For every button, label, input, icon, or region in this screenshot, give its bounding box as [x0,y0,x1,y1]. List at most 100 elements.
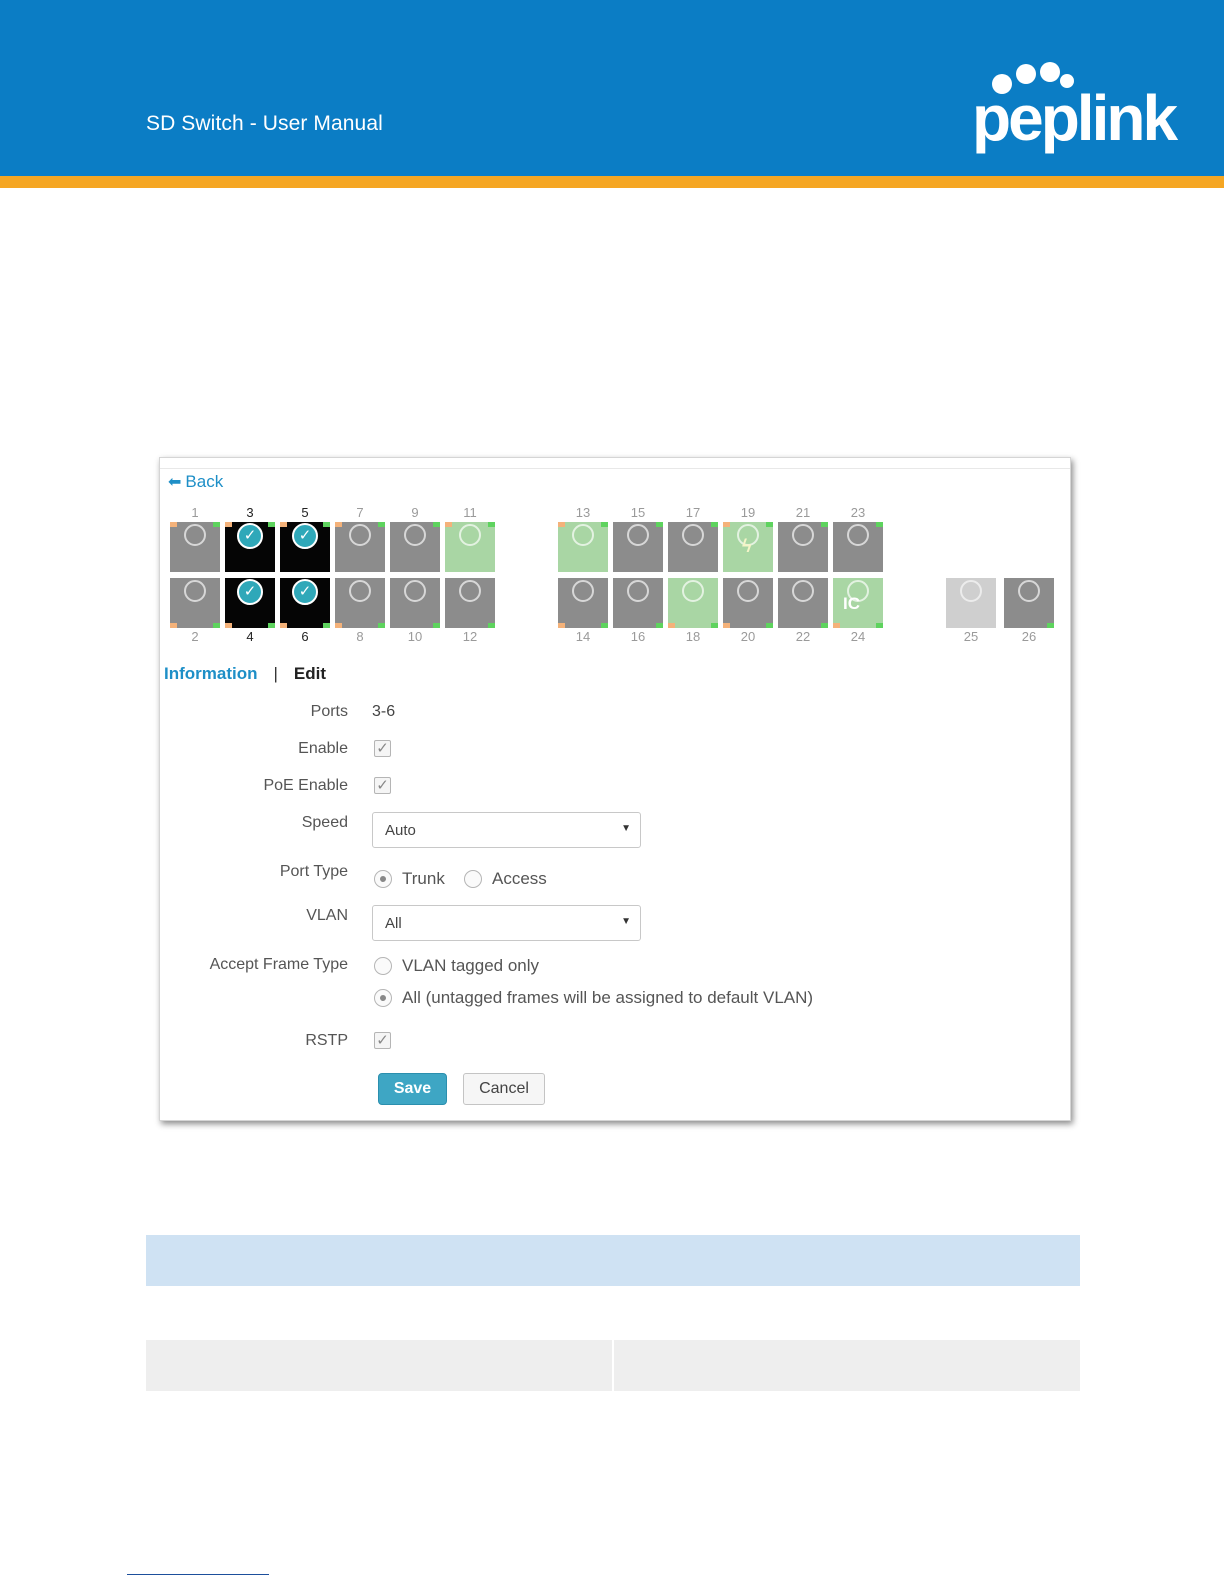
port-status-light [280,623,287,628]
port-16[interactable] [613,578,663,628]
port-status-light [766,623,773,628]
port-10[interactable] [390,578,440,628]
port-18[interactable] [668,578,718,628]
rstp-label: RSTP [305,1032,348,1049]
port-status-light [876,623,883,628]
port-status-light [601,623,608,628]
port-26[interactable] [1004,578,1054,628]
port-status-light [378,522,385,527]
speed-select[interactable]: Auto ▼ [372,812,641,848]
port-number-label: 5 [301,505,309,520]
port-number-label: 26 [1021,629,1037,644]
port-socket-icon [572,580,594,602]
port-status-light [335,522,342,527]
port-status-light [558,522,565,527]
save-button[interactable]: Save [378,1073,447,1105]
port-socket-icon [737,580,759,602]
accept-tagged-only-radio[interactable] [374,957,392,975]
port-22[interactable] [778,578,828,628]
dropdown-caret-icon: ▼ [621,916,631,927]
port-status-light [656,522,663,527]
port-11[interactable] [445,522,495,572]
port-1[interactable] [170,522,220,572]
port-number-label: 20 [740,629,756,644]
port-7[interactable] [335,522,385,572]
port-6[interactable]: ✓ [280,578,330,628]
accept-all-radio[interactable] [374,989,392,1007]
rstp-checkbox[interactable]: ✓ [374,1032,391,1049]
port-status-light [170,623,177,628]
logo-wordmark: peplink [972,82,1178,154]
port-19[interactable]: ϟ [723,522,773,572]
vlan-select[interactable]: All ▼ [372,905,641,941]
selected-check-icon: ✓ [292,579,318,605]
port-status-light [213,522,220,527]
poe-enable-checkbox[interactable]: ✓ [374,777,391,794]
port-5[interactable]: ✓ [280,522,330,572]
document-header: SD Switch - User Manual peplink [0,0,1224,176]
port-25[interactable] [946,578,996,628]
tab-edit[interactable]: Edit [294,664,326,684]
port-14[interactable] [558,578,608,628]
back-link[interactable]: ⬅ Back [168,472,223,492]
port-status-light [268,522,275,527]
logo-dot [1016,64,1036,84]
port-status-light [280,522,287,527]
port-socket-icon [1018,580,1040,602]
port-17[interactable] [668,522,718,572]
port-24[interactable]: IC [833,578,883,628]
port-status-light [601,522,608,527]
port-status-light [335,623,342,628]
port-status-light [821,623,828,628]
enable-checkbox[interactable]: ✓ [374,740,391,757]
port-status-light [488,623,495,628]
port-status-light [170,522,177,527]
port-number-label: 25 [963,629,979,644]
port-number-label: 16 [630,629,646,644]
dropdown-caret-icon: ▼ [621,823,631,834]
port-12[interactable] [445,578,495,628]
port-socket-icon [349,524,371,546]
port-20[interactable] [723,578,773,628]
tab-information[interactable]: Information [164,664,258,684]
port-23[interactable] [833,522,883,572]
port-21[interactable] [778,522,828,572]
logo-dot [1040,62,1060,82]
port-3[interactable]: ✓ [225,522,275,572]
port-type-trunk-radio[interactable] [374,870,392,888]
port-status-light [323,623,330,628]
port-status-light [656,623,663,628]
enable-label: Enable [298,740,348,757]
port-9[interactable] [390,522,440,572]
port-number-label: 18 [685,629,701,644]
port-status-light [225,522,232,527]
port-number-label: 23 [850,505,866,520]
table-cell-right [614,1340,1080,1391]
port-status-light [876,522,883,527]
port-number-label: 2 [191,629,199,644]
port-number-label: 22 [795,629,811,644]
port-socket-icon [404,580,426,602]
port-number-label: 19 [740,505,756,520]
port-8[interactable] [335,578,385,628]
port-13[interactable] [558,522,608,572]
selected-check-icon: ✓ [237,579,263,605]
port-15[interactable] [613,522,663,572]
tab-separator: | [273,664,278,683]
cancel-button[interactable]: Cancel [463,1073,545,1105]
poe-bolt-icon: ϟ [742,536,752,556]
port-status-light [711,623,718,628]
port-2[interactable] [170,578,220,628]
selected-check-icon: ✓ [292,523,318,549]
accept-all-label: All (untagged frames will be assigned to… [402,988,814,1007]
port-status-light [268,623,275,628]
port-socket-icon [960,580,982,602]
port-socket-icon [184,580,206,602]
port-status-light [723,623,730,628]
port-number-label: 24 [850,629,866,644]
port-4[interactable]: ✓ [225,578,275,628]
port-type-access-radio[interactable] [464,870,482,888]
port-type-access-label: Access [492,869,547,888]
port-status-light [213,623,220,628]
port-status-light [558,623,565,628]
